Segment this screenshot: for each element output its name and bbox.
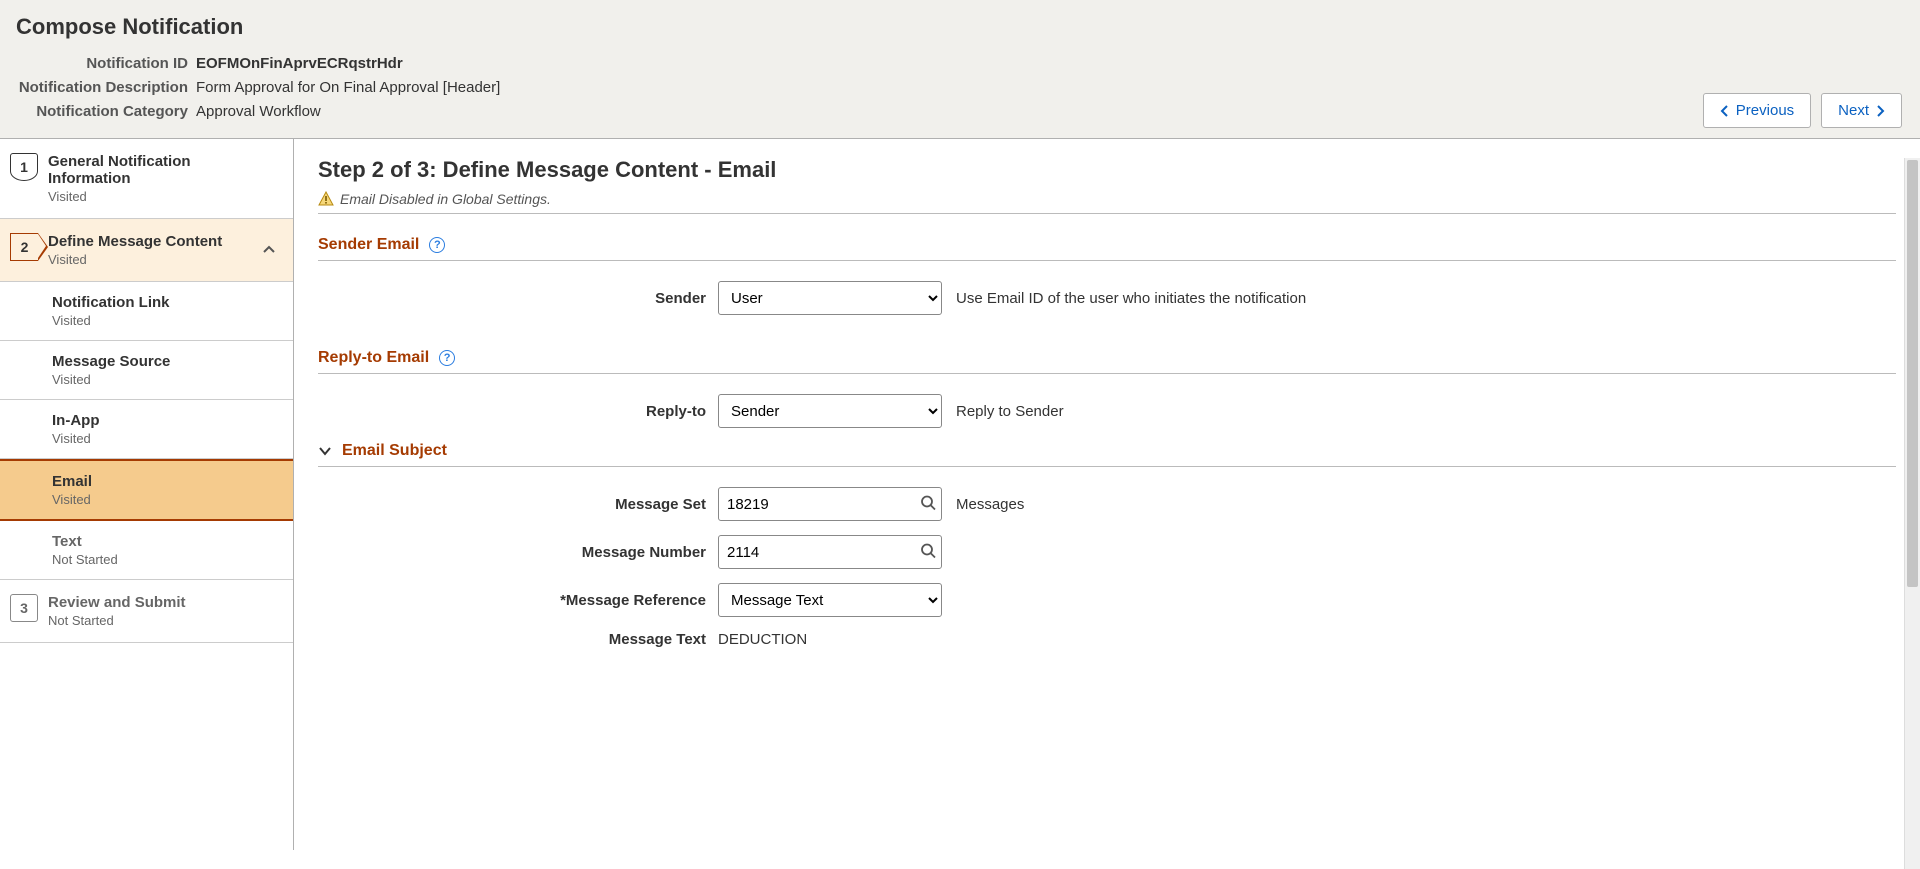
next-label: Next	[1838, 102, 1869, 119]
warning-icon	[318, 191, 334, 207]
next-button[interactable]: Next	[1821, 93, 1902, 128]
search-icon	[920, 543, 936, 559]
msgref-select[interactable]: Message Text	[718, 583, 942, 617]
step-3-status: Not Started	[48, 613, 277, 628]
msgset-hint: Messages	[956, 496, 1024, 513]
sender-select[interactable]: User	[718, 281, 942, 315]
chevron-left-icon	[1720, 104, 1730, 118]
section-reply-to: Reply-to Email ?	[318, 349, 1896, 374]
chevron-up-icon[interactable]	[261, 242, 277, 258]
section-reply-to-title: Reply-to Email	[318, 349, 429, 367]
step-3-number: 3	[10, 594, 38, 622]
substep-text-status: Not Started	[52, 552, 277, 567]
section-sender-email: Sender Email ?	[318, 236, 1896, 261]
meta-label-desc: Notification Description	[16, 78, 196, 98]
step-2-status: Visited	[48, 252, 251, 267]
msgset-field[interactable]	[718, 487, 942, 521]
step-1-status: Visited	[48, 189, 277, 204]
scrollbar[interactable]	[1904, 158, 1920, 869]
page-title: Compose Notification	[16, 14, 1904, 40]
substep-notification-link[interactable]: Notification Link Visited	[0, 282, 293, 341]
step-1-general-info[interactable]: 1 General Notification Information Visit…	[0, 139, 293, 219]
substep-message-source[interactable]: Message Source Visited	[0, 341, 293, 400]
meta-label-id: Notification ID	[16, 54, 196, 74]
substep-notification-link-title: Notification Link	[52, 294, 277, 311]
substep-message-source-title: Message Source	[52, 353, 277, 370]
step-1-number: 1	[10, 153, 38, 181]
sender-label: Sender	[318, 290, 718, 307]
meta-label-cat: Notification Category	[16, 102, 196, 122]
substep-in-app-status: Visited	[52, 431, 277, 446]
msgnum-label: Message Number	[318, 544, 718, 561]
msgset-label: Message Set	[318, 496, 718, 513]
msgset-lookup-button[interactable]	[920, 495, 936, 514]
warning-text: Email Disabled in Global Settings.	[340, 191, 551, 207]
step-2-title: Define Message Content	[48, 233, 251, 250]
page-header: Compose Notification Notification ID EOF…	[0, 0, 1920, 139]
notification-meta: Notification ID EOFMOnFinAprvECRqstrHdr …	[16, 54, 1904, 122]
msgref-label: *Message Reference	[318, 592, 718, 609]
chevron-down-icon[interactable]	[318, 444, 332, 458]
section-email-subject-title: Email Subject	[342, 442, 447, 460]
replyto-select[interactable]: Sender	[718, 394, 942, 428]
step-2-define-content[interactable]: 2 Define Message Content Visited	[0, 219, 293, 282]
main-content: Step 2 of 3: Define Message Content - Em…	[294, 139, 1920, 850]
substep-email[interactable]: Email Visited	[0, 459, 293, 521]
chevron-right-icon	[1875, 104, 1885, 118]
msgnum-field[interactable]	[718, 535, 942, 569]
help-icon[interactable]: ?	[439, 350, 455, 366]
meta-value-id: EOFMOnFinAprvECRqstrHdr	[196, 54, 403, 74]
substep-notification-link-status: Visited	[52, 313, 277, 328]
previous-button[interactable]: Previous	[1703, 93, 1811, 128]
substep-text-title: Text	[52, 533, 277, 550]
meta-value-desc: Form Approval for On Final Approval [Hea…	[196, 78, 500, 98]
meta-value-cat: Approval Workflow	[196, 102, 321, 122]
step-3-review-submit[interactable]: 3 Review and Submit Not Started	[0, 580, 293, 643]
step-2-number: 2	[10, 233, 38, 261]
msgtext-value: DEDUCTION	[718, 631, 807, 648]
replyto-hint: Reply to Sender	[956, 403, 1064, 420]
substep-in-app[interactable]: In-App Visited	[0, 400, 293, 459]
wizard-sidebar: 1 General Notification Information Visit…	[0, 139, 294, 850]
section-email-subject: Email Subject	[318, 442, 1896, 467]
previous-label: Previous	[1736, 102, 1794, 119]
section-sender-email-title: Sender Email	[318, 236, 419, 254]
step-3-title: Review and Submit	[48, 594, 277, 611]
help-icon[interactable]: ?	[429, 237, 445, 253]
warning-row: Email Disabled in Global Settings.	[318, 191, 1896, 214]
substep-email-title: Email	[52, 473, 277, 490]
sender-hint: Use Email ID of the user who initiates t…	[956, 290, 1306, 307]
substep-email-status: Visited	[52, 492, 277, 507]
step-heading: Step 2 of 3: Define Message Content - Em…	[318, 157, 1896, 183]
step-1-title: General Notification Information	[48, 153, 277, 187]
scrollbar-thumb[interactable]	[1907, 160, 1918, 587]
substep-text[interactable]: Text Not Started	[0, 521, 293, 580]
msgtext-label: Message Text	[318, 631, 718, 648]
replyto-label: Reply-to	[318, 403, 718, 420]
substep-message-source-status: Visited	[52, 372, 277, 387]
msgnum-lookup-button[interactable]	[920, 543, 936, 562]
search-icon	[920, 495, 936, 511]
substep-in-app-title: In-App	[52, 412, 277, 429]
